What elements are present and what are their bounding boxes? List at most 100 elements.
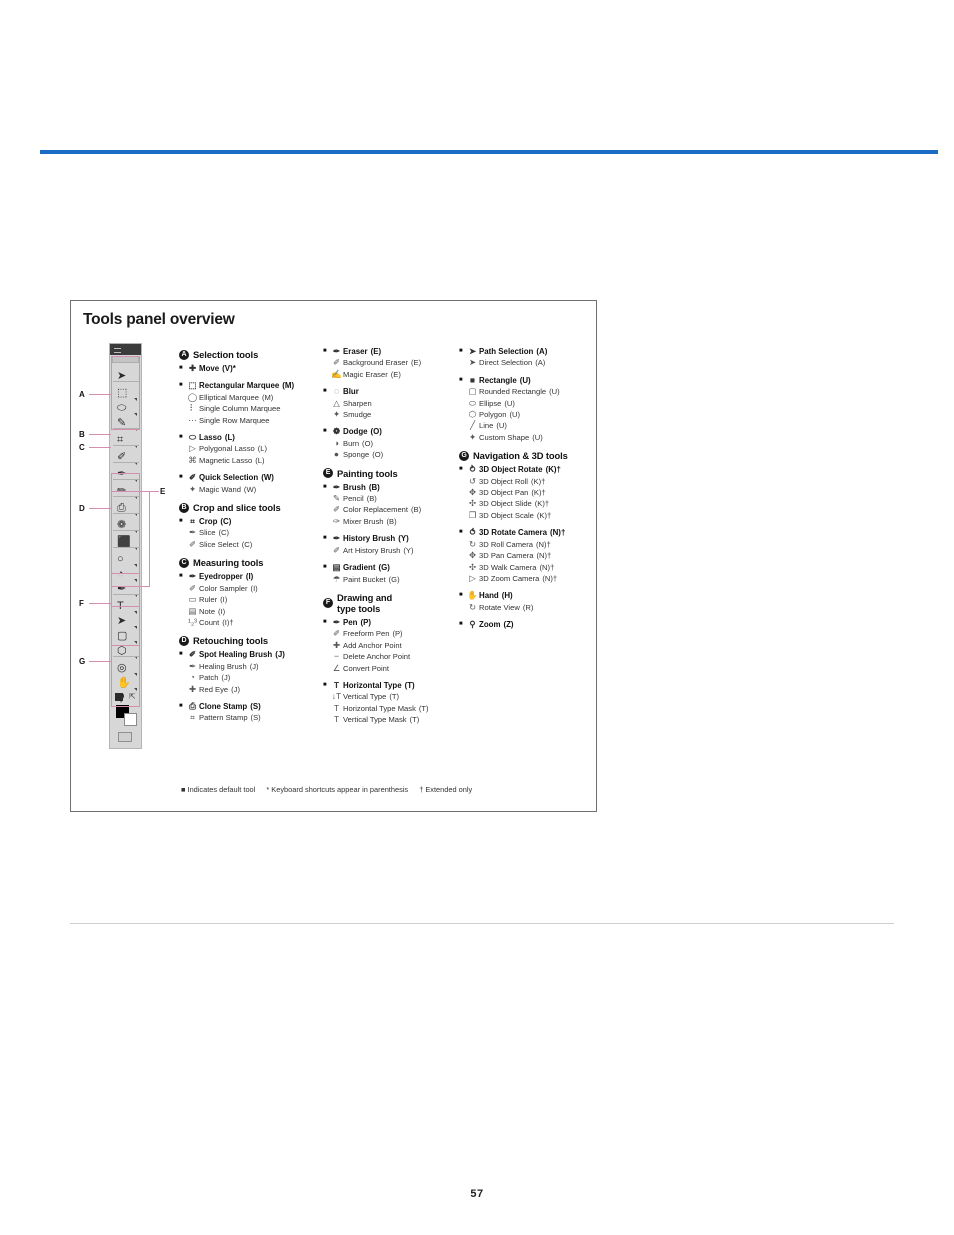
tool-section-heading: D Retouching tools — [179, 635, 319, 646]
tool-name: 3D Roll Camera (N)† — [479, 539, 594, 550]
background-color-swatch[interactable] — [124, 713, 137, 726]
tool-name: Sharpen — [343, 398, 453, 409]
tool-icon: ✐ — [188, 649, 197, 660]
tool-name: Clone Stamp (S) — [199, 701, 319, 712]
tool-entry: ✥ 3D Object Pan (K)† — [459, 487, 594, 498]
tool-label-text: Color Replacement — [343, 505, 408, 515]
tool-name: Background Eraser (E) — [343, 357, 453, 368]
tool-icon: ✐ — [188, 582, 197, 593]
default-tool-marker-icon: ■ — [179, 474, 183, 481]
leader-d — [89, 508, 111, 509]
section-badge-icon: A — [179, 349, 189, 360]
tool-group: ■ ■ Rectangle (U) ▢ Rounded Rectangle (U) ⬭ Elli… — [459, 375, 594, 443]
tool-label-text: Ellipse — [479, 398, 502, 408]
tool-icon: ▷ — [469, 572, 476, 583]
tool-label-text: Polygon — [479, 410, 507, 420]
tool-shortcut: (I) — [218, 606, 226, 616]
tool-entry: ✚ Add Anchor Point — [323, 640, 453, 651]
toolbar-tool-8[interactable]: ✏ — [113, 482, 139, 500]
tool-section-heading: A Selection tools — [179, 349, 319, 360]
tool-shortcut: (U) — [496, 421, 507, 431]
tool-shortcut: (O) — [362, 438, 374, 448]
tool-name: Convert Point — [343, 663, 453, 674]
tool-icon: T — [333, 702, 340, 713]
section-title: Selection tools — [193, 349, 259, 360]
quick-mask-button[interactable] — [118, 732, 132, 742]
toolbar-collapse-button[interactable] — [112, 356, 139, 363]
tool-label-text: Delete Anchor Point — [343, 652, 411, 662]
default-tool-marker-icon: ■ — [459, 592, 463, 599]
tool-entry: ■ ✒ History Brush (Y) — [323, 533, 453, 544]
toolbar-tool-1[interactable]: ➤ — [113, 367, 139, 385]
tool-name: Spot Healing Brush (J) — [199, 649, 319, 660]
tool-shortcut: (J) — [249, 661, 259, 671]
tool-shortcut: (U) — [504, 398, 515, 408]
tool-icon: ✦ — [468, 431, 477, 442]
leader-f — [89, 603, 111, 604]
tool-group: ■ ✐ Quick Selection (W) ✦ Magic Wand (W) — [179, 472, 319, 495]
toolbar-separator — [113, 445, 139, 446]
tool-label-text: Count — [199, 617, 220, 627]
tool-label-text: History Brush — [343, 534, 396, 544]
tool-icon: ➤ — [468, 357, 477, 368]
default-tool-marker-icon: ■ — [179, 702, 183, 709]
callout-label-a: A — [79, 390, 85, 399]
tool-label-text: 3D Zoom Camera — [479, 573, 540, 583]
section-badge-icon: B — [179, 502, 189, 513]
tool-label-text: 3D Object Scale — [479, 510, 534, 520]
tool-shortcut: (I) — [220, 595, 228, 605]
tool-entry: ■ ⥁ 3D Object Rotate (K)† — [459, 464, 594, 475]
toolbar-tool-9[interactable]: ⎙ — [113, 499, 139, 517]
tool-label-text: Freeform Pen — [343, 629, 390, 639]
tool-name: Rectangle (U) — [479, 375, 594, 386]
toolbar-tool-icon: ◎ — [117, 662, 127, 674]
tool-icon: ✒ — [188, 660, 197, 671]
default-tool-marker-icon: ■ — [323, 564, 327, 571]
tool-section-c: C Measuring tools ■ ✒ Eyedropper (I) ✐ Color Sa… — [179, 557, 319, 628]
tool-name: Freeform Pen (P) — [343, 628, 453, 639]
tool-icon: ▭ — [188, 594, 197, 605]
toolbar-drag-handle[interactable] — [110, 344, 141, 355]
tool-name: Ruler (I) — [199, 594, 319, 605]
tool-name: Red Eye (J) — [199, 684, 319, 695]
photoshop-toolbar-mock[interactable]: ➤⬚⬭✎⌗✐✒✏⎙❁⬛○◔✒T➤▢⬡◎✋⚲ ⇱ — [109, 343, 142, 749]
tool-name: Count (I)† — [199, 617, 319, 628]
tool-shortcut: (H) — [501, 591, 513, 601]
header-rule — [40, 150, 938, 154]
tool-section-b: B Crop and slice tools ■ ⌗ Crop (C) ✒ Slice (C) ✐… — [179, 502, 319, 550]
tool-group: ■ ⥁ 3D Object Rotate (K)† ↺ 3D Object Roll (K)… — [459, 464, 594, 521]
tool-label-text: Spot Healing Brush — [199, 650, 273, 660]
tool-name: Color Replacement (B) — [343, 504, 453, 515]
tool-section-heading: B Crop and slice tools — [179, 502, 319, 513]
tool-label-text: 3D Roll Camera — [479, 539, 534, 549]
tool-icon: T — [333, 679, 340, 690]
toolbar-tool-14[interactable]: ✒ — [113, 580, 139, 598]
toolbar-tool-11[interactable]: ⬛ — [113, 533, 139, 551]
tool-entry: ▷ Polygonal Lasso (L) — [179, 443, 319, 454]
toolbar-tool-10[interactable]: ❁ — [113, 516, 139, 534]
leader-e — [150, 491, 159, 492]
toolbar-tool-18[interactable]: ⬡ — [113, 642, 139, 660]
tool-shortcut: (P) — [360, 617, 372, 627]
tool-label-text: Vertical Type Mask — [343, 715, 407, 725]
tool-icon: ✋ — [467, 590, 478, 601]
tool-label-text: Dodge — [343, 427, 368, 437]
toolbar-tool-6[interactable]: ✐ — [113, 448, 139, 466]
tool-label-text: Color Sampler — [199, 583, 248, 593]
figure-legend: ■ Indicates default tool * Keyboard shor… — [181, 785, 481, 794]
tool-shortcut: (S) — [250, 701, 261, 711]
tool-entry: ✣ 3D Walk Camera (N)† — [459, 562, 594, 573]
tool-shortcut: (L) — [224, 433, 235, 443]
tool-label-text: Quick Selection — [199, 473, 259, 483]
tool-label-text: 3D Object Roll — [479, 476, 528, 486]
toolbar-tool-5[interactable]: ⌗ — [113, 431, 139, 449]
tool-label-text: 3D Object Slide — [479, 499, 532, 509]
section-badge-icon: C — [179, 557, 189, 568]
toolbar-tool-7[interactable]: ✒ — [113, 465, 139, 483]
tool-icon: ✒ — [332, 481, 341, 492]
tool-entry: ✐ Color Replacement (B) — [323, 504, 453, 515]
default-tool-marker-icon: ■ — [323, 618, 327, 625]
swatch-controls[interactable]: ⇱ — [114, 693, 139, 703]
toolbar-tool-4[interactable]: ✎ — [113, 414, 139, 432]
tool-name: Hand (H) — [479, 590, 594, 601]
